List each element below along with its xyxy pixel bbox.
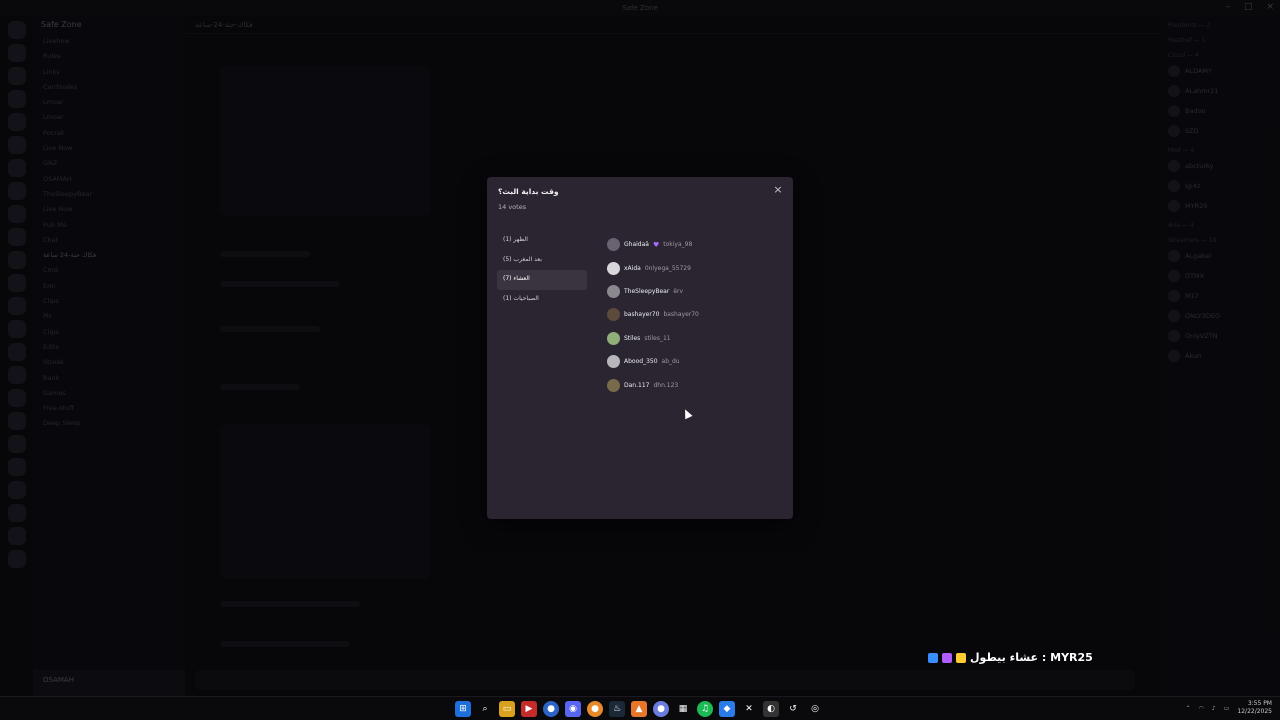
- stream-overlay: عشاء بيطول : MYR25: [928, 651, 1093, 664]
- app-icon[interactable]: ●: [653, 701, 669, 717]
- poll-answer-tab[interactable]: الظهر (1): [497, 231, 587, 251]
- voter-row[interactable]: bashayer70 bashayer70: [607, 303, 787, 326]
- tray-chevron-icon[interactable]: ⌃: [1186, 705, 1191, 712]
- file-explorer-icon[interactable]: ▭: [499, 701, 515, 717]
- voter-username: tokiya_98: [663, 241, 693, 249]
- discord-icon[interactable]: ◉: [565, 701, 581, 717]
- clock[interactable]: 3:55 PM 12/22/2025: [1237, 700, 1272, 716]
- app-icon[interactable]: ◐: [763, 701, 779, 717]
- browser-icon[interactable]: ●: [543, 701, 559, 717]
- voter-list: Ghaidaä ♥ tokiya_98 xAida 0nlyega_55729 TheSl…: [607, 233, 787, 397]
- start-icon[interactable]: ⊞: [455, 701, 471, 717]
- voter-display-name: Dan.117: [624, 381, 650, 389]
- poll-answer-tab[interactable]: العشاء (7): [497, 270, 587, 290]
- voter-username: dhn.123: [653, 381, 679, 389]
- app-icon[interactable]: ▲: [631, 701, 647, 717]
- heart-icon: ♥: [652, 240, 660, 249]
- voter-row[interactable]: Stiles stiles_11: [607, 327, 787, 350]
- poll-results-modal: وقت بداية البث؟ 14 votes × الظهر (1) بعد …: [487, 177, 793, 519]
- wifi-icon[interactable]: ◠: [1199, 705, 1204, 712]
- voter-display-name: TheSleepyBear: [624, 287, 670, 295]
- avatar: [607, 378, 620, 392]
- voter-row[interactable]: Abood_350 ab_du: [607, 350, 787, 373]
- voter-display-name: Abood_350: [624, 358, 658, 366]
- app-icon[interactable]: ◆: [719, 701, 735, 717]
- voter-display-name: bashayer70: [624, 311, 660, 319]
- close-icon[interactable]: ×: [772, 184, 784, 196]
- avatar: [607, 331, 620, 345]
- app-icon[interactable]: ●: [587, 701, 603, 717]
- poll-answer-tab[interactable]: الصباحيات (1): [497, 290, 587, 310]
- voter-username: ab_du: [661, 358, 680, 366]
- search-icon[interactable]: ⌕: [477, 701, 493, 717]
- voter-display-name: Stiles: [624, 334, 641, 342]
- voter-row[interactable]: Ghaidaä ♥ tokiya_98: [607, 233, 787, 256]
- voter-display-name: xAida: [624, 264, 641, 272]
- avatar: [607, 261, 620, 275]
- stream-overlay-icon: [942, 652, 952, 663]
- taskbar-apps: ⊞ ⌕ ▭ ▶ ● ◉ ● ♨ ▲ ● ▦ ♫ ◆ ✕ ◐ ↺ ◎: [455, 701, 823, 717]
- voter-row[interactable]: xAida 0nlyega_55729: [607, 256, 787, 279]
- avatar: [607, 355, 620, 369]
- volume-icon[interactable]: ♪: [1212, 705, 1216, 712]
- avatar: [607, 284, 620, 298]
- clock-date: 12/22/2025: [1237, 708, 1272, 715]
- avatar: [607, 308, 620, 322]
- poll-answer-list: الظهر (1) بعد المغرب (5) العشاء (7) الصباحي…: [497, 231, 587, 309]
- stream-overlay-text: عشاء بيطول : MYR25: [970, 651, 1093, 664]
- spotify-icon[interactable]: ♫: [697, 701, 713, 717]
- clock-time: 3:55 PM: [1247, 700, 1272, 707]
- taskbar: ⊞ ⌕ ▭ ▶ ● ◉ ● ♨ ▲ ● ▦ ♫ ◆ ✕ ◐ ↺ ◎ ⌃ ◠ ♪ …: [0, 696, 1280, 720]
- voter-row[interactable]: TheSleepyBear ёrv: [607, 280, 787, 303]
- voter-username: ёrv: [673, 287, 684, 295]
- voter-row[interactable]: Dan.117 dhn.123: [607, 373, 787, 396]
- system-tray: ⌃ ◠ ♪ ▭ 3:55 PM 12/22/2025: [1186, 700, 1272, 716]
- voter-username: 0nlyega_55729: [644, 264, 691, 272]
- avatar: [607, 238, 620, 252]
- steam-icon[interactable]: ♨: [609, 701, 625, 717]
- voter-username: stiles_11: [644, 334, 671, 342]
- poll-answer-tab[interactable]: بعد المغرب (5): [497, 251, 587, 271]
- poll-total-votes: 14 votes: [498, 203, 527, 211]
- media-icon[interactable]: ▶: [521, 701, 537, 717]
- app-icon[interactable]: ◎: [807, 701, 823, 717]
- battery-icon[interactable]: ▭: [1224, 705, 1230, 712]
- poll-question: وقت بداية البث؟: [498, 187, 559, 196]
- app-icon[interactable]: ↺: [785, 701, 801, 717]
- stream-overlay-icon: [956, 652, 966, 663]
- voter-display-name: Ghaidaä: [624, 241, 649, 249]
- voter-username: bashayer70: [663, 311, 699, 319]
- stream-overlay-icon: [928, 652, 938, 663]
- app-icon[interactable]: ✕: [741, 701, 757, 717]
- app-icon[interactable]: ▦: [675, 701, 691, 717]
